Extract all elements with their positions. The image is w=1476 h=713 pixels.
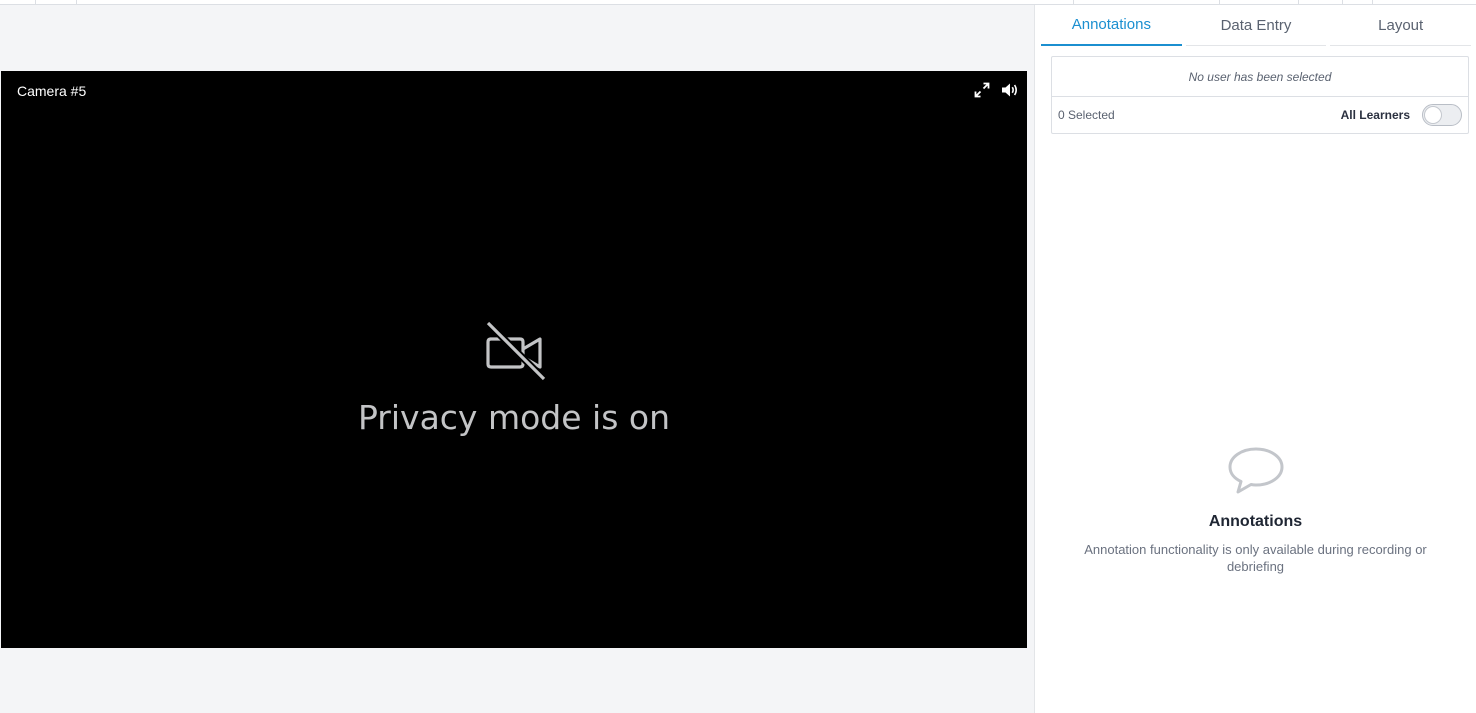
player-controls [973, 81, 1019, 99]
panel-tabs: Annotations Data Entry Layout [1041, 5, 1472, 46]
empty-state-description: Annotation functionality is only availab… [1084, 542, 1427, 574]
top-bar-divider [1298, 0, 1299, 4]
learner-selector: No user has been selected 0 Selected All… [1051, 56, 1469, 134]
video-player[interactable]: Camera #5 Privacy mode is on [1, 71, 1027, 648]
top-bar-divider [1073, 0, 1074, 4]
empty-state-title: Annotations [1208, 513, 1303, 530]
volume-icon[interactable] [1001, 81, 1019, 99]
top-bar-divider [35, 0, 36, 4]
tab-layout[interactable]: Layout [1330, 5, 1472, 46]
privacy-message: Privacy mode is on [357, 398, 670, 437]
camera-title: Camera #5 [17, 83, 87, 99]
camera-off-icon [482, 319, 547, 382]
learner-row: 0 Selected All Learners [1052, 97, 1468, 133]
no-user-message[interactable]: No user has been selected [1052, 57, 1468, 97]
selected-count: 0 Selected [1058, 108, 1115, 122]
annotations-empty-state: Annotations Annotation functionality is … [1035, 446, 1476, 575]
side-panel: Annotations Data Entry Layout No user ha… [1034, 5, 1476, 713]
speech-bubble-icon [1227, 446, 1285, 496]
fullscreen-icon[interactable] [973, 81, 991, 99]
tab-data-entry[interactable]: Data Entry [1185, 5, 1327, 46]
all-learners-label: All Learners [1340, 108, 1410, 122]
main-area: Camera #5 Privacy mode is on [0, 5, 1034, 713]
top-bar-divider [1219, 0, 1220, 4]
tab-annotations[interactable]: Annotations [1041, 5, 1182, 46]
all-learners-toggle[interactable] [1422, 104, 1462, 126]
privacy-overlay: Privacy mode is on [1, 319, 1027, 437]
top-bar-divider [76, 0, 77, 4]
top-bar-divider [1342, 0, 1343, 4]
top-bar-divider [1372, 0, 1373, 4]
toggle-knob [1424, 106, 1442, 124]
